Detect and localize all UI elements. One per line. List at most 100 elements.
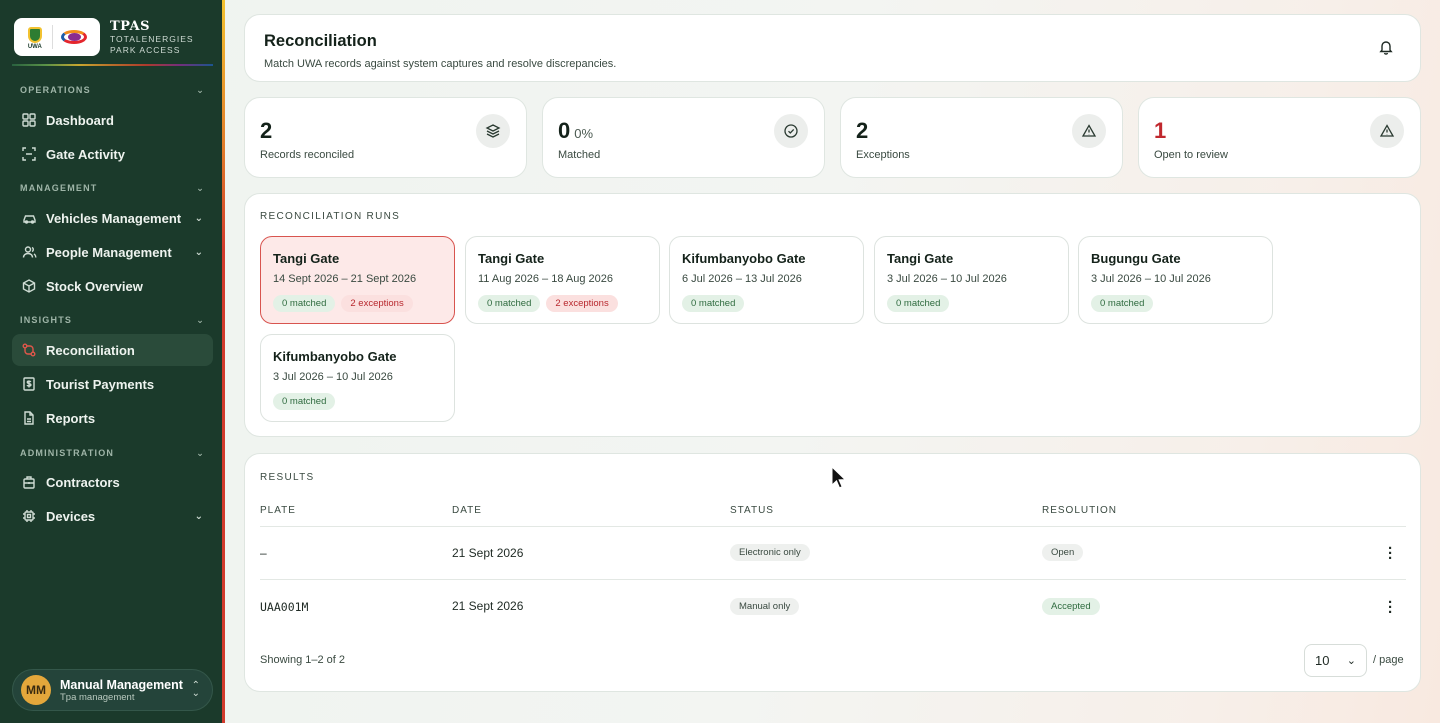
brand-divider	[12, 64, 213, 66]
chevron-down-icon: ⌄	[194, 212, 203, 224]
sidebar-item-vehicles-management[interactable]: Vehicles Management ⌄	[12, 202, 213, 234]
resolution-badge: Accepted	[1042, 598, 1100, 615]
brand-logo: UWA	[14, 18, 100, 56]
chevron-down-icon: ⌄	[196, 314, 205, 325]
stat-value: 1	[1154, 118, 1167, 143]
matched-badge: 0 matched	[887, 295, 950, 312]
avatar: MM	[21, 675, 51, 705]
cell-date: 21 Sept 2026	[452, 599, 524, 613]
nav-section-operations[interactable]: OPERATIONS ⌄	[20, 83, 205, 97]
matched-badge: 0 matched	[1091, 295, 1154, 312]
stat-records-reconciled: 2 Records reconciled	[244, 97, 527, 178]
page-header: Reconciliation Match UWA records against…	[244, 14, 1421, 82]
matched-badge: 0 matched	[682, 295, 745, 312]
page-size-select[interactable]: 10 ⌄	[1304, 644, 1367, 677]
sidebar-item-dashboard[interactable]: Dashboard	[12, 104, 213, 136]
alert-triangle-icon	[1072, 114, 1106, 148]
user-menu[interactable]: MM Manual Management Tpa management ⌃ ⌄	[12, 669, 213, 711]
alert-triangle-icon	[1370, 114, 1404, 148]
stat-value: 0 0%	[558, 118, 594, 143]
section-label: RECONCILIATION RUNS	[260, 211, 401, 222]
cell-date: 21 Sept 2026	[452, 546, 524, 560]
building-icon	[21, 474, 37, 490]
mouse-cursor-icon	[831, 466, 847, 489]
bell-icon[interactable]	[1378, 39, 1396, 57]
users-icon	[21, 244, 37, 260]
chevron-up-down-icon: ⌃ ⌄	[191, 680, 200, 699]
brand-name: TPAS	[110, 18, 150, 34]
cell-plate: UAA001M	[260, 600, 309, 614]
stat-label: Open to review	[1154, 149, 1228, 161]
receipt-icon	[21, 376, 37, 392]
file-icon	[21, 410, 37, 426]
stat-matched: 0 0% Matched	[542, 97, 825, 178]
column-header-date[interactable]: DATE	[452, 505, 482, 516]
stat-open-to-review: 1 Open to review	[1138, 97, 1421, 178]
matched-badge: 0 matched	[273, 393, 336, 410]
stat-exceptions: 2 Exceptions	[840, 97, 1123, 178]
stat-value: 2	[856, 118, 869, 143]
user-name: Manual Management	[60, 677, 183, 692]
sidebar-item-people-management[interactable]: People Management ⌄	[12, 236, 213, 268]
pagination-summary: Showing 1–2 of 2	[260, 654, 346, 666]
sidebar-item-devices[interactable]: Devices ⌄	[12, 500, 213, 532]
more-vertical-icon[interactable]: · · ·	[1388, 541, 1393, 566]
brand-sub-2: PARK ACCESS	[110, 44, 181, 55]
run-card[interactable]: Kifumbanyobo Gate 3 Jul 2026 – 10 Jul 20…	[260, 334, 455, 422]
sidebar: UWA TPAS TOTALENERGIES PARK ACCESS OPERA…	[0, 0, 225, 723]
stat-label: Exceptions	[856, 149, 910, 161]
chevron-down-icon: ⌄	[196, 447, 205, 458]
stat-label: Matched	[558, 149, 601, 161]
section-label: RESULTS	[260, 472, 315, 483]
matched-badge: 0 matched	[273, 295, 336, 312]
chevron-down-icon: ⌄	[194, 246, 203, 258]
nav-section-insights[interactable]: INSIGHTS ⌄	[20, 313, 205, 327]
resolution-badge: Open	[1042, 544, 1084, 561]
brand[interactable]: UWA TPAS TOTALENERGIES PARK ACCESS	[14, 14, 214, 60]
exceptions-badge: 2 exceptions	[546, 295, 618, 312]
chevron-down-icon: ⌄	[194, 510, 203, 522]
cell-plate: –	[260, 546, 267, 560]
column-header-plate[interactable]: PLATE	[260, 505, 296, 516]
column-header-resolution[interactable]: RESOLUTION	[1042, 505, 1117, 516]
status-badge: Manual only	[730, 598, 800, 615]
car-icon	[21, 210, 37, 226]
sidebar-item-reports[interactable]: Reports	[12, 402, 213, 434]
git-compare-icon	[21, 342, 37, 358]
check-circle-icon	[774, 114, 808, 148]
stat-label: Records reconciled	[260, 149, 355, 161]
sidebar-item-stock-overview[interactable]: Stock Overview	[12, 270, 213, 302]
matched-badge: 0 matched	[478, 295, 541, 312]
sidebar-item-contractors[interactable]: Contractors	[12, 466, 213, 498]
layers-icon	[476, 114, 510, 148]
per-page-label: / page	[1373, 654, 1404, 666]
chevron-down-icon: ⌄	[196, 182, 205, 193]
run-card[interactable]: Tangi Gate 3 Jul 2026 – 10 Jul 2026 0 ma…	[874, 236, 1069, 324]
brand-sub-1: TOTALENERGIES	[110, 33, 194, 44]
sidebar-item-gate-activity[interactable]: Gate Activity	[12, 138, 213, 170]
run-card[interactable]: Kifumbanyobo Gate 6 Jul 2026 – 13 Jul 20…	[669, 236, 864, 324]
chevron-down-icon: ⌄	[196, 84, 205, 95]
exceptions-badge: 2 exceptions	[341, 295, 413, 312]
page-subtitle: Match UWA records against system capture…	[264, 58, 617, 70]
run-card[interactable]: Bugungu Gate 3 Jul 2026 – 10 Jul 2026 0 …	[1078, 236, 1273, 324]
chip-icon	[21, 508, 37, 524]
run-card[interactable]: Tangi Gate 14 Sept 2026 – 21 Sept 2026 0…	[260, 236, 455, 324]
more-vertical-icon[interactable]: · · ·	[1388, 595, 1393, 620]
reconciliation-runs: RECONCILIATION RUNS Tangi Gate 14 Sept 2…	[244, 193, 1421, 437]
user-role: Tpa management	[60, 691, 135, 703]
column-header-status[interactable]: STATUS	[730, 505, 774, 516]
totalenergies-logo-icon	[59, 26, 91, 48]
grid-icon	[21, 112, 37, 128]
nav-section-management[interactable]: MANAGEMENT ⌄	[20, 181, 205, 195]
sidebar-item-tourist-payments[interactable]: Tourist Payments	[12, 368, 213, 400]
box-icon	[21, 278, 37, 294]
sidebar-item-reconciliation[interactable]: Reconciliation	[12, 334, 213, 366]
stat-percent: 0%	[574, 126, 594, 141]
page-title: Reconciliation	[264, 32, 377, 50]
scan-icon	[21, 146, 37, 162]
uwa-logo-icon: UWA	[23, 23, 47, 51]
run-card[interactable]: Tangi Gate 11 Aug 2026 – 18 Aug 2026 0 m…	[465, 236, 660, 324]
nav-section-administration[interactable]: ADMINISTRATION ⌄	[20, 446, 205, 460]
stat-value: 2	[260, 118, 273, 143]
